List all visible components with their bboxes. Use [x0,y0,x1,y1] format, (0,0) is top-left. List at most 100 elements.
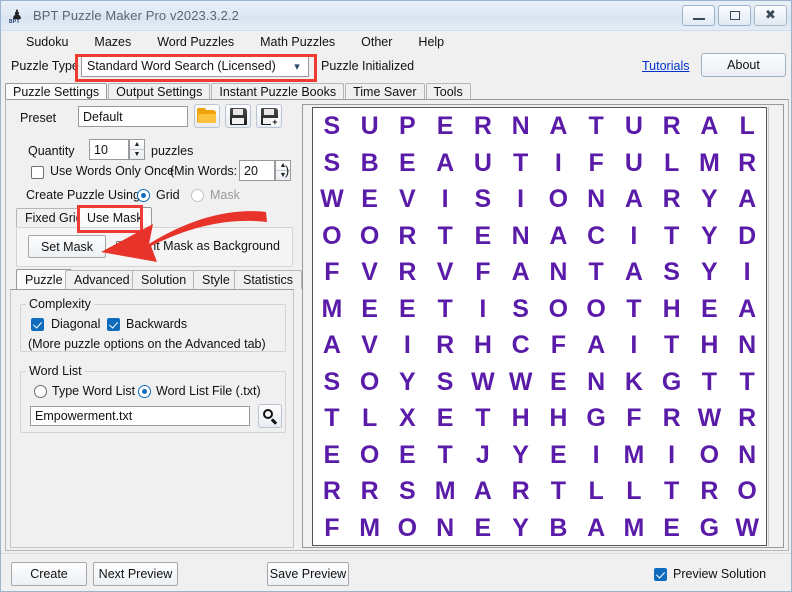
puzzle-grid-cell: I [630,331,638,359]
puzzle-grid-cell: M [434,477,456,505]
minimize-button[interactable] [682,5,715,26]
puzzle-grid-cell: Y [512,513,529,542]
about-button[interactable]: About [701,53,786,77]
puzzle-grid-cell: W [320,185,344,213]
quantity-stepper-down[interactable]: ▼ [130,150,144,159]
puzzle-grid-cell: A [549,221,568,250]
create-button[interactable]: Create [11,562,87,586]
puzzle-grid-cell: U [624,148,643,177]
radio-grid[interactable] [137,189,150,202]
subtab-puzzle[interactable]: Puzzle [16,269,72,289]
tab-tools[interactable]: Tools [425,83,471,100]
puzzle-grid-cell: W [697,404,722,432]
print-mask-checkbox[interactable] [116,241,129,254]
min-words-label: (Min Words: [170,164,238,178]
menu-item-help[interactable]: Help [405,33,457,51]
close-button[interactable]: ✖ [754,5,787,26]
tab-instant-puzzle-books[interactable]: Instant Puzzle Books [211,83,345,100]
preview-solution-checkbox[interactable] [654,568,667,581]
min-words-suffix: ) [285,164,290,178]
quantity-stepper-up[interactable]: ▲ [130,140,144,150]
puzzle-grid-cell: F [475,258,491,286]
save-as-icon[interactable]: + [256,104,282,128]
app-icon: ♟ BPT [9,7,23,25]
tab-puzzle-settings[interactable]: Puzzle Settings [5,83,108,100]
puzzle-grid-cell: T [437,440,453,469]
puzzle-grid-canvas: SUPERNATURALSBEAUTIFULMRWEVISIONARYAOORT… [312,107,767,546]
quantity-input[interactable]: 10 [89,139,129,160]
tab-use-mask[interactable]: Use Mask [78,207,152,227]
puzzle-grid-row: MEETISOOTHEA [313,291,766,328]
quantity-value: 10 [94,142,108,157]
puzzle-grid-cell: B [360,148,379,177]
puzzle-grid-cell: T [701,367,718,396]
subtab-advanced[interactable]: Advanced [65,270,139,289]
puzzle-grid-cell: H [700,331,719,359]
quantity-stepper[interactable]: ▲ ▼ [129,139,145,160]
subtab-solution[interactable]: Solution [132,270,196,289]
puzzle-grid-cell: A [738,185,757,213]
subtab-style[interactable]: Style [193,270,239,289]
diagonal-checkbox[interactable] [31,318,44,331]
puzzle-grid-cell: V [436,258,454,286]
puzzle-grid-cell: T [437,221,453,250]
tab-output-settings[interactable]: Output Settings [108,83,211,100]
tutorials-link[interactable]: Tutorials [642,59,689,73]
puzzle-grid-cell: W [471,367,495,396]
puzzle-grid-row: WEVISIONARYA [313,181,766,218]
menu-item-word-puzzles[interactable]: Word Puzzles [144,33,247,51]
puzzle-grid-cell: I [517,185,525,213]
puzzle-grid-cell: U [624,112,643,140]
puzzle-grid-cell: R [398,258,417,286]
menu-item-sudoku[interactable]: Sudoku [13,33,81,51]
window-controls: ✖ [682,5,787,26]
puzzle-grid-cell: A [624,185,643,213]
use-words-only-once-checkbox[interactable] [31,166,44,179]
menu-item-mazes[interactable]: Mazes [81,33,144,51]
radio-mask[interactable] [191,189,204,202]
puzzle-grid-cell: L [663,148,680,177]
puzzle-grid-cell: E [436,404,454,432]
puzzle-grid-cell: N [511,112,530,140]
puzzle-grid-cell: H [549,404,568,432]
puzzle-grid-cell: S [436,367,454,396]
puzzle-grid-cell: N [738,440,757,469]
puzzle-grid-cell: U [360,112,379,140]
radio-word-list-file[interactable] [138,385,151,398]
puzzle-grid-cell: D [738,221,757,250]
min-words-input[interactable]: 20 [239,160,275,181]
radio-word-list-file-label: Word List File (.txt) [156,384,261,398]
word-list-file-input[interactable]: Empowerment.txt [30,406,250,426]
puzzle-grid-cell: K [624,367,643,396]
puzzle-grid-cell: A [587,513,606,542]
backwards-checkbox[interactable] [107,318,120,331]
puzzle-grid-cell: I [668,440,676,469]
puzzle-grid-cell: R [398,221,417,250]
preview-solution-label: Preview Solution [673,567,767,581]
subtab-statistics[interactable]: Statistics [234,270,303,289]
radio-type-word-list[interactable] [34,385,47,398]
chevron-down-icon: ▾ [294,60,300,73]
puzzle-preview-pane[interactable]: SUPERNATURALSBEAUTIFULMRWEVISIONARYAOORT… [302,104,784,548]
preset-value: Default [83,109,123,124]
puzzle-grid-cell: R [360,477,379,505]
menu-item-other[interactable]: Other [348,33,405,51]
magnifier-icon[interactable] [258,404,282,428]
puzzle-grid-cell: Y [701,258,718,286]
save-icon[interactable] [225,104,251,128]
set-mask-button[interactable]: Set Mask [28,235,106,258]
preset-input[interactable]: Default [78,106,188,127]
maximize-button[interactable] [718,5,751,26]
puzzle-grid-cell: L [626,477,642,505]
save-preview-button[interactable]: Save Preview [267,562,349,586]
puzzle-grid-cell: R [662,112,681,140]
next-preview-button[interactable]: Next Preview [93,562,178,586]
tab-time-saver[interactable]: Time Saver [345,83,425,100]
puzzle-grid-row: AVIRHCFAITHN [313,327,766,364]
quantity-label: Quantity [28,144,75,158]
menu-bar: Sudoku Mazes Word Puzzles Math Puzzles O… [1,31,791,53]
puzzle-type-dropdown[interactable]: Standard Word Search (Licensed) ▾ [81,55,309,77]
folder-open-icon[interactable] [194,104,220,128]
menu-item-math-puzzles[interactable]: Math Puzzles [247,33,348,51]
puzzle-grid-cell: S [323,112,341,140]
